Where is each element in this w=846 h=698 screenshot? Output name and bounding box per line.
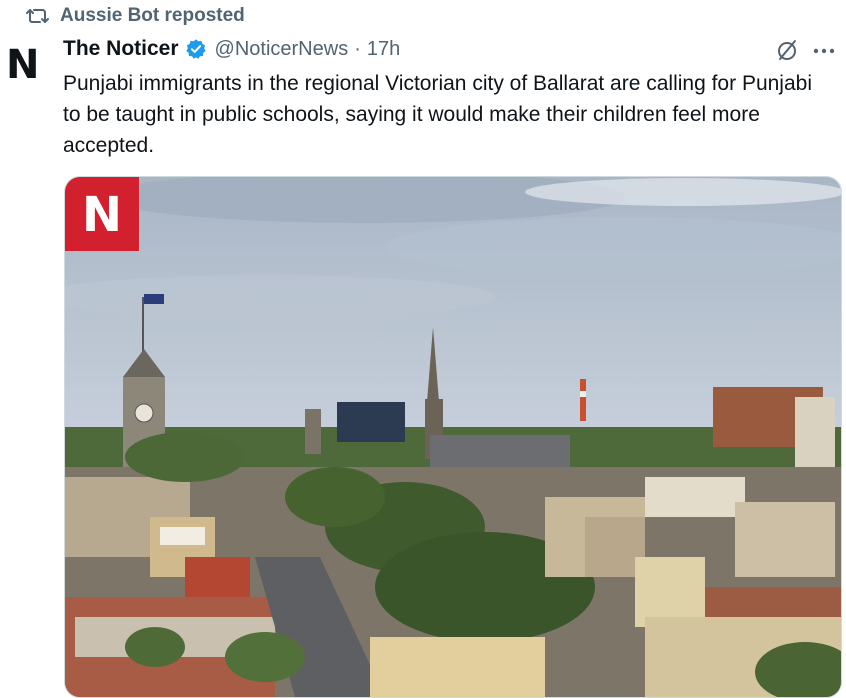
- verified-badge-icon: [185, 39, 206, 59]
- avatar-logo-letter: N: [6, 44, 39, 84]
- publisher-badge-letter: N: [82, 187, 122, 243]
- repost-icon: [26, 6, 50, 26]
- author-handle[interactable]: @NoticerNews: [215, 38, 349, 61]
- tweet-media-photo[interactable]: N: [64, 176, 842, 698]
- repost-label: Aussie Bot reposted: [60, 5, 245, 26]
- slashed-circle-icon[interactable]: [775, 38, 799, 62]
- meta-separator: ·: [354, 37, 361, 60]
- repost-header[interactable]: Aussie Bot reposted: [26, 4, 245, 28]
- author-avatar[interactable]: N: [6, 42, 40, 88]
- tweet-text: Punjabi immigrants in the regional Victo…: [63, 72, 812, 157]
- more-options-icon[interactable]: [812, 47, 836, 55]
- post-timestamp[interactable]: 17h: [367, 38, 400, 61]
- city-skyline-photo: N: [65, 177, 841, 697]
- tweet-header: The Noticer @NoticerNews · 17h: [63, 34, 400, 64]
- author-name[interactable]: The Noticer: [63, 37, 179, 61]
